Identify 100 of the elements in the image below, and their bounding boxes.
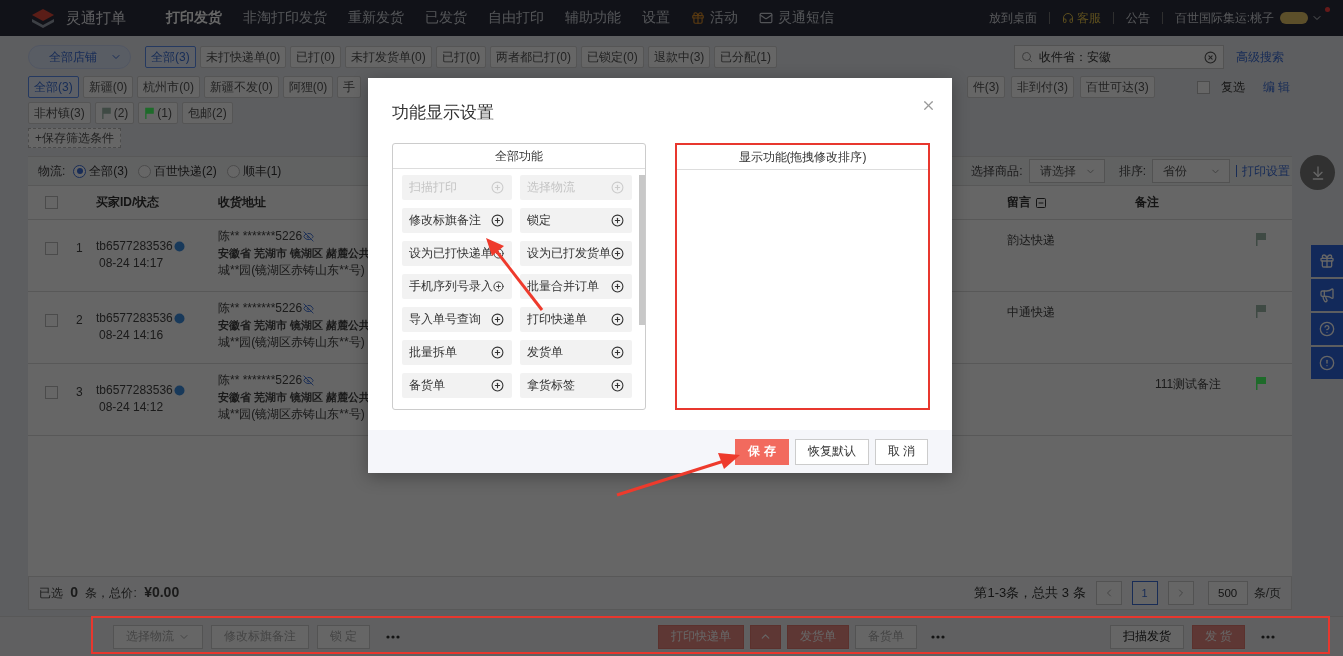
function-item[interactable]: 备货单	[402, 373, 512, 398]
column-header: 买家ID/状态	[96, 194, 161, 211]
flag-icon[interactable]	[1255, 232, 1267, 246]
function-item[interactable]: 锁定	[520, 208, 632, 233]
tag-chip[interactable]: 包邮(2)	[182, 102, 233, 124]
tag-chip[interactable]: 阿狸(0)	[282, 76, 334, 98]
nav-tab[interactable]: 灵通短信	[759, 9, 834, 27]
function-item[interactable]: 批量合并订单	[520, 274, 632, 299]
megaphone-icon	[1319, 287, 1335, 303]
status-chip[interactable]: 已打(0)	[290, 46, 341, 68]
logistics-option[interactable]: 顺丰(1)	[226, 162, 282, 180]
order-time: 08-24 14:16	[98, 327, 164, 344]
status-chip[interactable]: 未打快递单(0)	[199, 46, 287, 68]
tag-chip[interactable]: 件(3)	[966, 76, 1006, 98]
info-button[interactable]	[1311, 347, 1343, 379]
dialog-button[interactable]: 恢复默认	[794, 438, 869, 465]
gift-icon	[1319, 253, 1335, 269]
contact: 陈** *******5226	[218, 372, 303, 389]
function-item[interactable]: 发货单	[520, 340, 632, 365]
nav-tab[interactable]: 打印发货	[166, 9, 222, 27]
tag-chip[interactable]: 杭州市(0)	[137, 76, 200, 98]
multi-select-checkbox[interactable]	[1196, 80, 1210, 94]
search-field[interactable]: 收件省：安徽	[1014, 45, 1224, 69]
row-checkbox[interactable]	[45, 242, 58, 255]
panel-title: 全部功能	[393, 144, 645, 169]
save-filter-button[interactable]: +保存筛选条件	[28, 128, 121, 148]
action-button[interactable]: 扫描发货	[1109, 624, 1184, 649]
dialog-button[interactable]: 取 消	[874, 438, 928, 465]
tag-chip[interactable]: 非到付(3)	[1011, 76, 1074, 98]
function-item[interactable]: 设为已打快递单	[402, 241, 512, 266]
tag-chip[interactable]: (2)	[94, 102, 135, 124]
tag-chip[interactable]: 手	[337, 76, 362, 98]
function-item[interactable]: 手机序列号录入	[402, 274, 512, 299]
product-select[interactable]: 请选择	[1028, 159, 1105, 183]
message: 中通快递	[1007, 305, 1055, 319]
save-button[interactable]: 保 存	[735, 438, 789, 465]
page-size-field[interactable]: 500	[1207, 581, 1248, 605]
row-checkbox[interactable]	[45, 386, 58, 399]
tag-chip[interactable]: 非村镇(3)	[28, 102, 91, 124]
notice-link[interactable]: 公告	[1113, 9, 1162, 27]
gift-button[interactable]	[1311, 245, 1343, 277]
announcement-button[interactable]	[1311, 279, 1343, 311]
row-checkbox[interactable]	[45, 314, 58, 327]
close-button[interactable]	[921, 98, 936, 113]
edit-link[interactable]: 编 辑	[1254, 78, 1292, 96]
function-item[interactable]: 打印快递单	[520, 307, 632, 332]
nav-tab[interactable]: 设置	[642, 9, 670, 27]
help-button[interactable]	[1311, 313, 1343, 345]
row-index: 1	[76, 240, 84, 257]
expand-button[interactable]	[750, 624, 782, 649]
add-icon	[491, 313, 504, 326]
eye-off-icon[interactable]	[303, 231, 315, 242]
store-dropdown[interactable]: 全部店铺	[28, 45, 131, 69]
service-link[interactable]: 客服	[1049, 9, 1113, 27]
close-icon	[921, 98, 936, 113]
add-icon	[491, 346, 504, 359]
advanced-search-link[interactable]: 高级搜索	[1228, 48, 1292, 66]
panel-title: 显示功能(拖拽修改排序)	[677, 145, 928, 170]
function-item[interactable]: 修改标旗备注	[402, 208, 512, 233]
tag-chip[interactable]: 新疆不发(0)	[204, 76, 279, 98]
add-icon	[611, 280, 624, 293]
page-button[interactable]: 1	[1131, 581, 1158, 605]
function-item[interactable]: 导入单号查询	[402, 307, 512, 332]
status-chip[interactable]: 已打(0)	[435, 46, 487, 68]
function-item[interactable]: 设为已打发货单	[520, 241, 632, 266]
notification-dot	[1325, 6, 1330, 12]
status-chip[interactable]: 已锁定(0)	[581, 46, 644, 68]
buyer-id: tb6577283536	[96, 382, 173, 399]
status-chip[interactable]: 两者都已打(0)	[490, 46, 578, 68]
flag-icon[interactable]	[1255, 304, 1267, 318]
logistics-option[interactable]: 全部(3)	[73, 162, 128, 180]
page-range: 第1-3条，总共 3 条	[974, 584, 1086, 602]
function-item[interactable]: 拿货标签	[520, 373, 632, 398]
print-settings-link[interactable]: 打印设置	[1237, 162, 1290, 180]
eye-off-icon[interactable]	[303, 375, 315, 386]
eye-off-icon[interactable]	[303, 303, 315, 314]
buyer-status-icon	[173, 385, 185, 396]
collapse-icon[interactable]	[1035, 196, 1047, 209]
clear-icon[interactable]	[1204, 50, 1217, 64]
logistics-option[interactable]: 百世快递(2)	[138, 162, 217, 180]
info-icon	[1319, 355, 1335, 371]
order-time: 08-24 14:12	[98, 399, 164, 416]
tag-chip[interactable]: 全部(3)	[28, 76, 79, 98]
status-chip[interactable]: 全部(3)	[145, 46, 196, 68]
add-icon	[491, 379, 504, 392]
status-chip[interactable]: 退款中(3)	[647, 46, 711, 68]
tag-chip[interactable]: (1)	[138, 102, 178, 124]
status-chip[interactable]: 已分配(1)	[714, 46, 778, 68]
tag-chip[interactable]: 新疆(0)	[82, 76, 134, 98]
status-chip[interactable]: 未打发货单(0)	[345, 46, 432, 68]
ellipsis-icon	[386, 634, 401, 639]
add-icon	[611, 313, 624, 326]
sort-select[interactable]: 省份	[1152, 159, 1230, 183]
tag-chip[interactable]: 百世可达(3)	[1080, 76, 1155, 98]
function-item[interactable]: 批量拆单	[402, 340, 512, 365]
download-button[interactable]	[1300, 155, 1335, 190]
select-all-checkbox[interactable]	[45, 196, 58, 209]
add-icon	[611, 247, 624, 260]
add-icon	[493, 280, 504, 293]
user-badge	[1280, 12, 1308, 24]
